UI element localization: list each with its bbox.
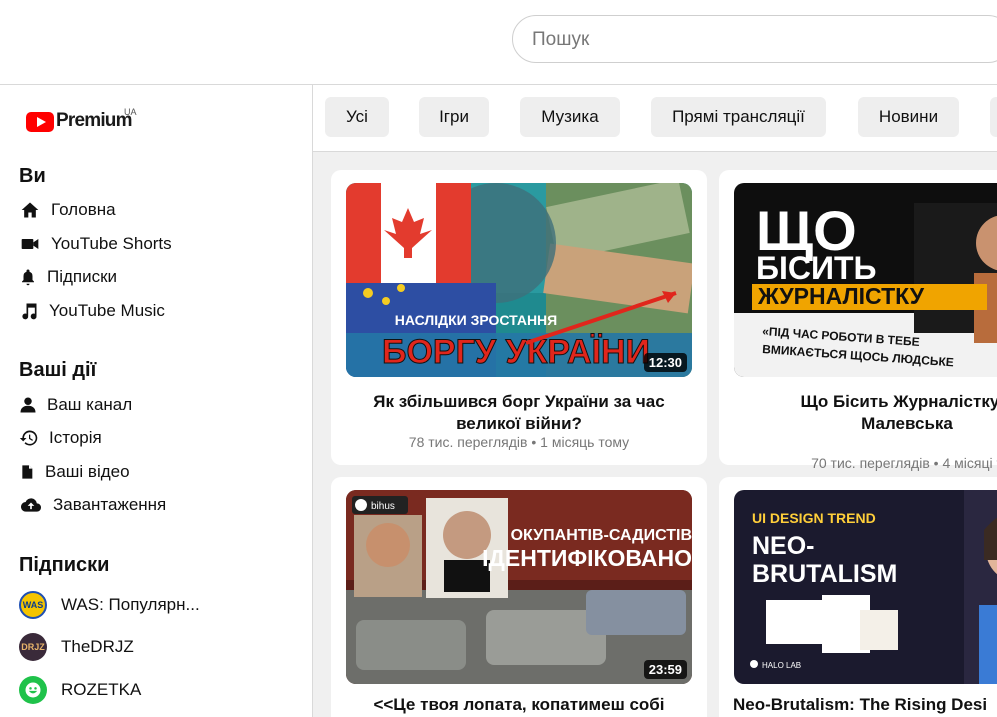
thumbnail-headline: BRUTALISM xyxy=(752,560,897,588)
video-card[interactable]: UI DESIGN TREND NEO- BRUTALISM HALO LAB … xyxy=(719,477,997,717)
subscription-label: WAS: Популярн... xyxy=(61,595,200,614)
thumbnail-caption: UI DESIGN TREND xyxy=(752,510,876,526)
subscription-label: TheDRJZ xyxy=(61,637,134,656)
thumbnail-image: bihus ОКУПАНТІВ-САДИСТІВ ІДЕНТИФІКОВАНО xyxy=(346,490,692,684)
chip-all[interactable]: Усі xyxy=(325,97,389,137)
sidebar: Premium UA Ви Головна YouTube Shorts Під… xyxy=(0,85,313,717)
filter-chips-bar: Усі Ігри Музика Прямі трансляції Новини xyxy=(313,85,997,152)
chip-music[interactable]: Музика xyxy=(520,97,620,137)
avatar: WAS xyxy=(19,591,47,619)
video-title[interactable]: <<Це твоя лопата, копатимеш собі xyxy=(331,694,707,716)
video-duration: 12:30 xyxy=(643,353,687,372)
video-title-line: <<Це твоя лопата, копатимеш собі xyxy=(373,695,665,714)
thumbnail-headline: ІДЕНТИФІКОВАНО xyxy=(482,545,692,571)
logo-word: Premium xyxy=(56,110,133,131)
thumbnail-image: UI DESIGN TREND NEO- BRUTALISM HALO LAB xyxy=(734,490,997,684)
chip-news[interactable]: Новини xyxy=(858,97,959,137)
video-camera-icon xyxy=(19,233,41,255)
sidebar-item-label: Завантаження xyxy=(53,495,167,514)
video-title-line: великої війни? xyxy=(456,414,582,433)
sidebar-item-downloads[interactable]: Завантаження xyxy=(19,492,166,518)
sidebar-item-label: Історія xyxy=(49,428,102,447)
video-meta: 78 тис. переглядів • 1 місяць тому xyxy=(408,434,630,450)
sidebar-item-label: YouTube Shorts xyxy=(51,234,172,253)
channel-watermark: HALO LAB xyxy=(762,661,801,670)
chip-live[interactable]: Прямі трансляції xyxy=(651,97,826,137)
video-grid: НАСЛІДКИ ЗРОСТАННЯ БОРГУ УКРАЇНИ 12:30 Я… xyxy=(313,152,997,717)
video-duration: 23:59 xyxy=(643,660,687,679)
video-title[interactable]: Neo-Brutalism: The Rising Desi xyxy=(719,694,997,716)
video-thumbnail[interactable]: bihus ОКУПАНТІВ-САДИСТІВ ІДЕНТИФІКОВАНО … xyxy=(346,490,692,684)
sidebar-item-music[interactable]: YouTube Music xyxy=(19,298,165,324)
cloud-upload-icon xyxy=(19,494,43,516)
home-icon xyxy=(19,199,41,221)
video-title-line: Що Бісить Журналістку/ І xyxy=(800,392,997,411)
sidebar-item-label: Ваші відео xyxy=(45,462,130,481)
video-title[interactable]: Що Бісить Журналістку/ І Малевська xyxy=(719,391,997,435)
thumbnail-image: НАСЛІДКИ ЗРОСТАННЯ БОРГУ УКРАЇНИ xyxy=(346,183,692,377)
top-header: Пошук xyxy=(0,0,997,85)
sidebar-item-label: YouTube Music xyxy=(49,301,165,320)
channel-watermark: bihus xyxy=(371,501,395,512)
sidebar-item-subscriptions[interactable]: Підписки xyxy=(19,264,117,290)
subscription-item-thedrjz[interactable]: DRJZ TheDRJZ xyxy=(19,631,134,663)
sidebar-item-your-channel[interactable]: Ваш канал xyxy=(19,392,132,418)
avatar: DRJZ xyxy=(19,633,47,661)
youtube-play-icon xyxy=(26,112,54,132)
video-title-line: Як збільшився борг України за час xyxy=(373,392,665,411)
video-meta: 70 тис. переглядів • 4 місяці т xyxy=(811,455,997,471)
video-card[interactable]: bihus ОКУПАНТІВ-САДИСТІВ ІДЕНТИФІКОВАНО … xyxy=(331,477,707,717)
thumbnail-headline: БОРГУ УКРАЇНИ xyxy=(382,333,650,371)
video-card[interactable]: НАСЛІДКИ ЗРОСТАННЯ БОРГУ УКРАЇНИ 12:30 Я… xyxy=(331,170,707,465)
thumbnail-caption: ОКУПАНТІВ-САДИСТІВ xyxy=(511,527,692,544)
sidebar-item-shorts[interactable]: YouTube Shorts xyxy=(19,231,172,257)
smiley-icon xyxy=(25,682,41,698)
video-thumbnail[interactable]: НАСЛІДКИ ЗРОСТАННЯ БОРГУ УКРАЇНИ 12:30 xyxy=(346,183,692,377)
thumbnail-image: ЩО БІСИТЬ ЖУРНАЛІСТКУ «ПІД ЧАС РОБОТИ В … xyxy=(734,183,997,377)
video-thumbnail[interactable]: ЩО БІСИТЬ ЖУРНАЛІСТКУ «ПІД ЧАС РОБОТИ В … xyxy=(734,183,997,377)
subscription-item-rozetka[interactable]: ROZETKA xyxy=(19,674,141,706)
video-title-line: Neo-Brutalism: The Rising Desi xyxy=(733,695,988,714)
logo-country-code: UA xyxy=(124,107,137,117)
user-icon xyxy=(19,394,37,416)
avatar xyxy=(19,676,47,704)
thumbnail-headline: БІСИТЬ xyxy=(756,250,877,286)
sidebar-item-history[interactable]: Історія xyxy=(19,425,102,451)
sidebar-item-label: Головна xyxy=(51,200,116,219)
sidebar-item-label: Ваш канал xyxy=(47,395,133,414)
thumbnail-headline: ЖУРНАЛІСТКУ xyxy=(757,283,925,309)
thumbnail-caption: НАСЛІДКИ ЗРОСТАННЯ xyxy=(395,312,557,328)
bell-icon xyxy=(19,266,37,288)
thumbnail-headline: NEO- xyxy=(752,532,815,560)
section-title-your-actions: Ваші дії xyxy=(19,359,97,381)
music-note-icon xyxy=(19,300,39,322)
sidebar-item-label: Підписки xyxy=(47,267,118,286)
chip-more[interactable] xyxy=(990,97,997,137)
video-card[interactable]: ЩО БІСИТЬ ЖУРНАЛІСТКУ «ПІД ЧАС РОБОТИ В … xyxy=(719,170,997,471)
chip-games[interactable]: Ігри xyxy=(419,97,489,137)
subscription-label: ROZETKA xyxy=(61,680,142,699)
section-title-subscriptions: Підписки xyxy=(19,554,110,576)
sidebar-item-your-videos[interactable]: Ваші відео xyxy=(19,459,130,485)
file-icon xyxy=(19,461,35,483)
video-title-line: Малевська xyxy=(861,414,953,433)
subscription-item-was[interactable]: WAS WAS: Популярн... xyxy=(19,589,200,621)
history-icon xyxy=(19,427,39,449)
sidebar-item-home[interactable]: Головна xyxy=(19,197,116,223)
video-thumbnail[interactable]: UI DESIGN TREND NEO- BRUTALISM HALO LAB xyxy=(734,490,997,684)
section-title-you: Ви xyxy=(19,165,46,187)
video-title[interactable]: Як збільшився борг України за час велико… xyxy=(331,391,707,435)
search-input[interactable]: Пошук xyxy=(512,15,997,63)
